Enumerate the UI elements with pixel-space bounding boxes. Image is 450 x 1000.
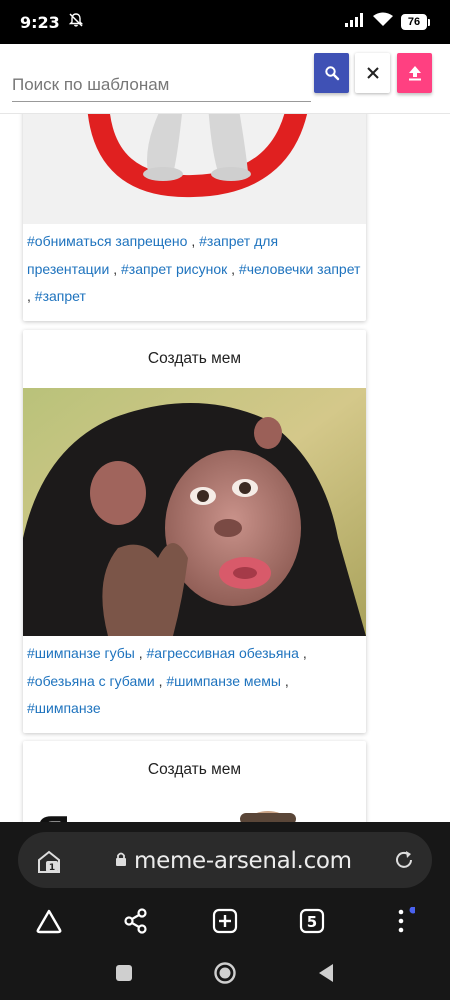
lock-icon xyxy=(114,851,128,867)
browser-bottom-bar: 1 meme-arsenal.com 5 xyxy=(0,822,450,1000)
search-button[interactable] xyxy=(314,53,349,93)
tag-list: #шимпанзе губы , #агрессивная обезьяна ,… xyxy=(23,636,366,733)
tag-link[interactable]: #обезьяна с губами xyxy=(27,673,155,689)
tab-group-badge: 1 xyxy=(49,863,55,873)
tab-count: 5 xyxy=(307,913,317,931)
tag-separator: , xyxy=(27,288,35,304)
url-text[interactable]: meme-arsenal.com xyxy=(134,848,352,874)
status-bar: 9:23 76 xyxy=(0,0,450,44)
home-button-icon[interactable] xyxy=(212,960,238,986)
share-icon[interactable] xyxy=(121,906,151,936)
tag-separator: , xyxy=(280,672,289,689)
status-time: 9:23 xyxy=(20,12,60,32)
tag-list: #обниматься запрещено , #запрет для през… xyxy=(23,224,366,321)
meme-image-caption: Я вам xyxy=(37,805,180,822)
more-menu-icon[interactable] xyxy=(386,906,416,936)
search-field-wrapper xyxy=(12,62,311,102)
tag-separator: , xyxy=(227,260,239,277)
tag-link[interactable]: #обниматься запрещено xyxy=(27,233,187,249)
recents-icon[interactable] xyxy=(113,962,135,984)
tag-link[interactable]: #запрет xyxy=(35,288,86,304)
meme-image-partial[interactable]: Я вам xyxy=(23,799,366,822)
tag-link[interactable]: #шимпанзе мемы xyxy=(166,673,281,689)
clear-button[interactable] xyxy=(355,53,390,93)
create-meme-link[interactable]: Создать мем xyxy=(23,330,366,388)
create-meme-link[interactable]: Создать мем xyxy=(23,741,366,799)
tag-link[interactable]: #человечки запрет xyxy=(239,261,361,277)
battery-level: 76 xyxy=(401,14,427,30)
battery-icon: 76 xyxy=(401,14,430,30)
tab-group-icon[interactable]: 1 xyxy=(36,848,62,874)
new-tab-icon[interactable] xyxy=(210,906,240,936)
tag-separator: , xyxy=(298,645,307,661)
tabs-icon[interactable]: 5 xyxy=(297,906,327,936)
meme-card: Создать мем Я вам xyxy=(23,741,366,822)
meme-feed[interactable]: #обниматься запрещено , #запрет для през… xyxy=(0,114,450,822)
address-bar[interactable]: 1 meme-arsenal.com xyxy=(18,832,432,888)
back-icon[interactable] xyxy=(315,962,337,984)
tag-separator: , xyxy=(134,645,147,661)
meme-image-chimpanzee[interactable] xyxy=(23,388,366,636)
tag-link[interactable]: #шимпанзе xyxy=(27,700,101,716)
tag-separator: , xyxy=(154,672,167,689)
tag-link[interactable]: #запрет рисунок xyxy=(121,261,227,277)
signal-icon xyxy=(345,12,365,32)
upload-icon xyxy=(408,66,421,81)
meme-card: Создать мем #шимпанзе губы , #агрессивна… xyxy=(23,330,366,733)
tag-link[interactable]: #агрессивная обезьяна xyxy=(147,645,299,661)
meme-image-hug-ban[interactable] xyxy=(23,114,366,224)
wifi-icon xyxy=(373,12,393,32)
search-input[interactable] xyxy=(12,62,311,101)
close-icon xyxy=(366,67,379,79)
reload-icon[interactable] xyxy=(392,848,416,872)
upload-button[interactable] xyxy=(397,53,432,93)
search-header xyxy=(0,44,450,114)
tag-separator: , xyxy=(109,260,121,277)
search-icon xyxy=(324,66,339,81)
home-icon[interactable] xyxy=(34,906,64,936)
meme-card: #обниматься запрещено , #запрет для през… xyxy=(23,114,366,321)
tag-separator: , xyxy=(187,233,200,249)
tag-link[interactable]: #шимпанзе губы xyxy=(27,645,135,661)
mute-icon xyxy=(68,12,84,33)
